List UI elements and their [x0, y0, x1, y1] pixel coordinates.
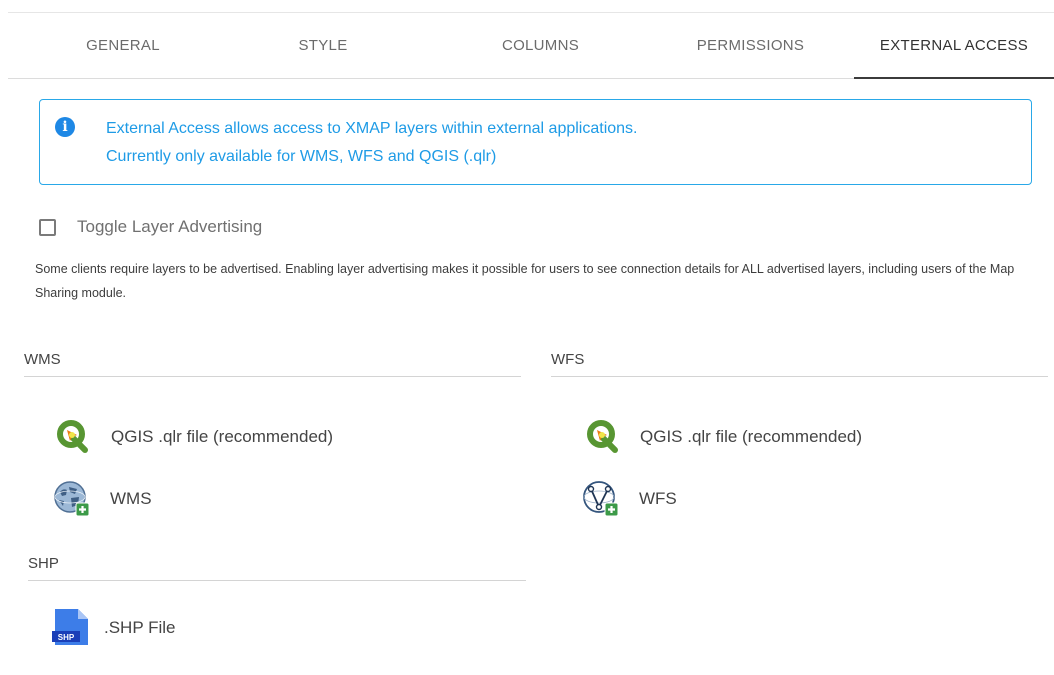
wms-qgis-qlr-link[interactable]: QGIS .qlr file (recommended) — [55, 418, 385, 454]
tab-style[interactable]: STYLE — [248, 26, 398, 78]
wms-link[interactable]: WMS — [53, 480, 203, 516]
wms-globe-icon — [54, 481, 89, 516]
tab-bar: GENERAL STYLE COLUMNS PERMISSIONS EXTERN… — [8, 26, 1054, 79]
info-text-line-2: Currently only available for WMS, WFS an… — [106, 148, 497, 165]
info-banner: i External Access allows access to XMAP … — [39, 99, 1032, 185]
tab-external-access[interactable]: EXTERNAL ACCESS — [856, 26, 1052, 78]
advertising-label[interactable]: Toggle Layer Advertising — [77, 217, 262, 237]
shp-badge-text: SHP — [58, 633, 75, 642]
tab-general[interactable]: GENERAL — [48, 26, 198, 78]
advertising-help-text: Some clients require layers to be advert… — [35, 262, 1015, 300]
qgis-icon — [57, 420, 88, 453]
wms-qgis-label: QGIS .qlr file (recommended) — [111, 427, 334, 446]
top-divider — [8, 12, 1054, 13]
active-tab-indicator — [854, 77, 1054, 79]
info-text-line-1: External Access allows access to XMAP la… — [106, 120, 638, 137]
section-title-wfs: WFS — [551, 351, 1048, 377]
section-title-wms: WMS — [24, 351, 521, 377]
shp-file-icon: SHP — [52, 609, 88, 645]
shp-label: .SHP File — [104, 618, 176, 637]
tab-permissions[interactable]: PERMISSIONS — [668, 26, 833, 78]
shp-file-link[interactable]: SHP .SHP File — [52, 609, 202, 645]
qgis-icon — [587, 420, 618, 453]
wfs-link[interactable]: WFS — [582, 480, 732, 516]
info-icon: i — [55, 117, 75, 137]
section-title-shp: SHP — [28, 555, 526, 581]
tab-columns[interactable]: COLUMNS — [458, 26, 623, 78]
wfs-qgis-qlr-link[interactable]: QGIS .qlr file (recommended) — [585, 418, 915, 454]
wms-label: WMS — [110, 489, 152, 508]
wfs-label: WFS — [639, 489, 677, 508]
advertising-checkbox[interactable] — [39, 219, 56, 236]
wfs-qgis-label: QGIS .qlr file (recommended) — [640, 427, 863, 446]
wfs-vector-icon — [583, 481, 618, 516]
